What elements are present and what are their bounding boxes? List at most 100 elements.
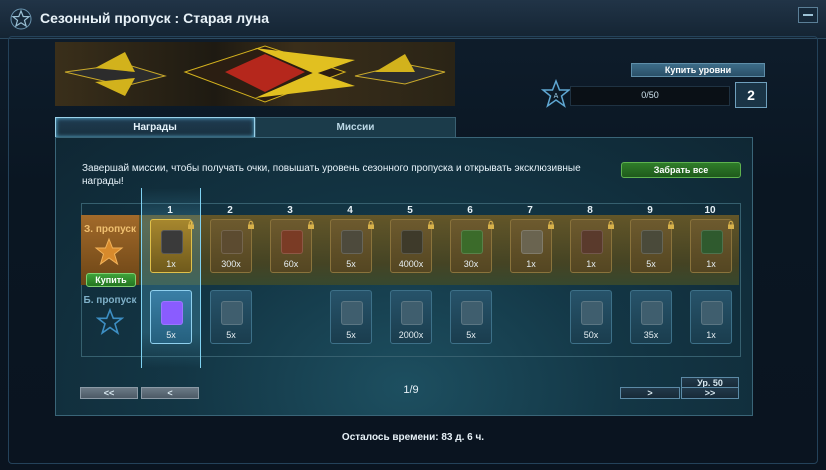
level-number-4: 4 xyxy=(347,205,353,216)
premium-star-icon xyxy=(94,237,124,266)
lock-icon xyxy=(548,221,554,229)
lock-icon xyxy=(488,221,494,229)
season-banner-image xyxy=(55,42,455,106)
level-number-8: 8 xyxy=(587,205,593,216)
buy-premium-pass-button[interactable]: Купить xyxy=(86,273,136,287)
star-icon xyxy=(10,8,32,30)
premium-reward-amount: 300x xyxy=(221,259,241,269)
claim-all-button[interactable]: Забрать все xyxy=(621,162,741,178)
reward-item-icon xyxy=(221,230,243,254)
premium-reward-amount: 1x xyxy=(166,259,176,269)
level-number-5: 5 xyxy=(407,205,413,216)
basic-reward-card-6[interactable]: 5x xyxy=(450,290,492,344)
first-page-button[interactable]: << xyxy=(80,387,138,399)
premium-reward-amount: 60x xyxy=(283,259,299,269)
basic-reward-card-1[interactable]: 5x xyxy=(150,290,192,344)
season-pass-window: Сезонный пропуск : Старая луна Купить ур… xyxy=(0,0,826,470)
level-number-10: 10 xyxy=(704,205,716,216)
reward-item-icon xyxy=(161,301,183,325)
reward-item-icon xyxy=(701,230,723,254)
basic-reward-amount: 35x xyxy=(643,330,659,340)
basic-reward-amount: 1x xyxy=(706,330,716,340)
reward-item-icon xyxy=(341,230,363,254)
premium-reward-card-2[interactable]: 300x xyxy=(210,219,252,273)
reward-item-icon xyxy=(281,230,303,254)
tab-missions[interactable]: Миссии xyxy=(255,117,456,138)
next-page-button[interactable]: > xyxy=(620,387,680,399)
level-progress-bar: 0/50 xyxy=(570,86,730,106)
rewards-description: Завершай миссии, чтобы получать очки, по… xyxy=(82,163,581,187)
basic-reward-amount: 5x xyxy=(226,330,236,340)
lock-icon xyxy=(608,221,614,229)
reward-item-icon xyxy=(581,301,603,325)
page-indicator: 1/9 xyxy=(403,384,419,396)
level-number-9: 9 xyxy=(647,205,653,216)
basic-reward-amount: 5x xyxy=(166,330,176,340)
reward-item-icon xyxy=(641,301,663,325)
reward-item-icon xyxy=(641,230,663,254)
premium-reward-card-4[interactable]: 5x xyxy=(330,219,372,273)
lock-icon xyxy=(428,221,434,229)
basic-reward-card-2[interactable]: 5x xyxy=(210,290,252,344)
basic-reward-card-8[interactable]: 50x xyxy=(570,290,612,344)
premium-pass-label: З. пропуск xyxy=(84,224,136,235)
lock-icon xyxy=(728,221,734,229)
level-star-icon: A xyxy=(541,79,571,108)
premium-reward-amount: 5x xyxy=(646,259,656,269)
lock-icon xyxy=(188,221,194,229)
svg-text:A: A xyxy=(554,93,559,100)
buy-levels-button[interactable]: Купить уровни xyxy=(631,63,765,77)
level-number-2: 2 xyxy=(227,205,233,216)
level-number-3: 3 xyxy=(287,205,293,216)
premium-reward-card-3[interactable]: 60x xyxy=(270,219,312,273)
basic-reward-card-5[interactable]: 2000x xyxy=(390,290,432,344)
premium-reward-amount: 1x xyxy=(706,259,716,269)
level-number-7: 7 xyxy=(527,205,533,216)
premium-reward-card-1[interactable]: 1x xyxy=(150,219,192,273)
last-page-button[interactable]: >> xyxy=(681,387,739,399)
lock-icon xyxy=(248,221,254,229)
reward-item-icon xyxy=(401,301,423,325)
premium-reward-card-8[interactable]: 1x xyxy=(570,219,612,273)
premium-reward-card-7[interactable]: 1x xyxy=(510,219,552,273)
time-remaining: Осталось времени: 83 д. 6 ч. xyxy=(341,432,485,443)
basic-reward-amount: 5x xyxy=(466,330,476,340)
window-title: Сезонный пропуск : Старая луна xyxy=(40,10,269,26)
title-bar: Сезонный пропуск : Старая луна xyxy=(0,0,826,39)
premium-reward-card-10[interactable]: 1x xyxy=(690,219,732,273)
reward-item-icon xyxy=(341,301,363,325)
level-progress-text: 0/50 xyxy=(641,90,659,100)
premium-reward-amount: 5x xyxy=(346,259,356,269)
reward-item-icon xyxy=(461,301,483,325)
premium-reward-amount: 1x xyxy=(586,259,596,269)
reward-item-icon xyxy=(161,230,183,254)
lock-icon xyxy=(368,221,374,229)
lock-icon xyxy=(308,221,314,229)
basic-reward-card-10[interactable]: 1x xyxy=(690,290,732,344)
basic-pass-label: Б. пропуск xyxy=(83,295,137,306)
lock-icon xyxy=(668,221,674,229)
premium-reward-amount: 1x xyxy=(526,259,536,269)
basic-reward-card-9[interactable]: 35x xyxy=(630,290,672,344)
premium-reward-amount: 4000x xyxy=(398,259,424,269)
basic-reward-card-4[interactable]: 5x xyxy=(330,290,372,344)
basic-reward-amount: 5x xyxy=(346,330,356,340)
tab-rewards[interactable]: Награды xyxy=(55,117,255,138)
level-number-6: 6 xyxy=(467,205,473,216)
current-level-badge: 2 xyxy=(735,82,767,108)
basic-reward-amount: 2000x xyxy=(398,330,424,340)
prev-page-button[interactable]: < xyxy=(141,387,199,399)
reward-item-icon xyxy=(701,301,723,325)
minimize-button[interactable] xyxy=(798,7,818,23)
premium-reward-card-5[interactable]: 4000x xyxy=(390,219,432,273)
reward-item-icon xyxy=(461,230,483,254)
reward-item-icon xyxy=(401,230,423,254)
level-number-1: 1 xyxy=(167,205,173,216)
reward-item-icon xyxy=(581,230,603,254)
basic-reward-amount: 50x xyxy=(583,330,599,340)
premium-reward-amount: 30x xyxy=(463,259,479,269)
premium-reward-card-6[interactable]: 30x xyxy=(450,219,492,273)
premium-reward-card-9[interactable]: 5x xyxy=(630,219,672,273)
reward-item-icon xyxy=(521,230,543,254)
basic-star-icon xyxy=(96,308,124,335)
